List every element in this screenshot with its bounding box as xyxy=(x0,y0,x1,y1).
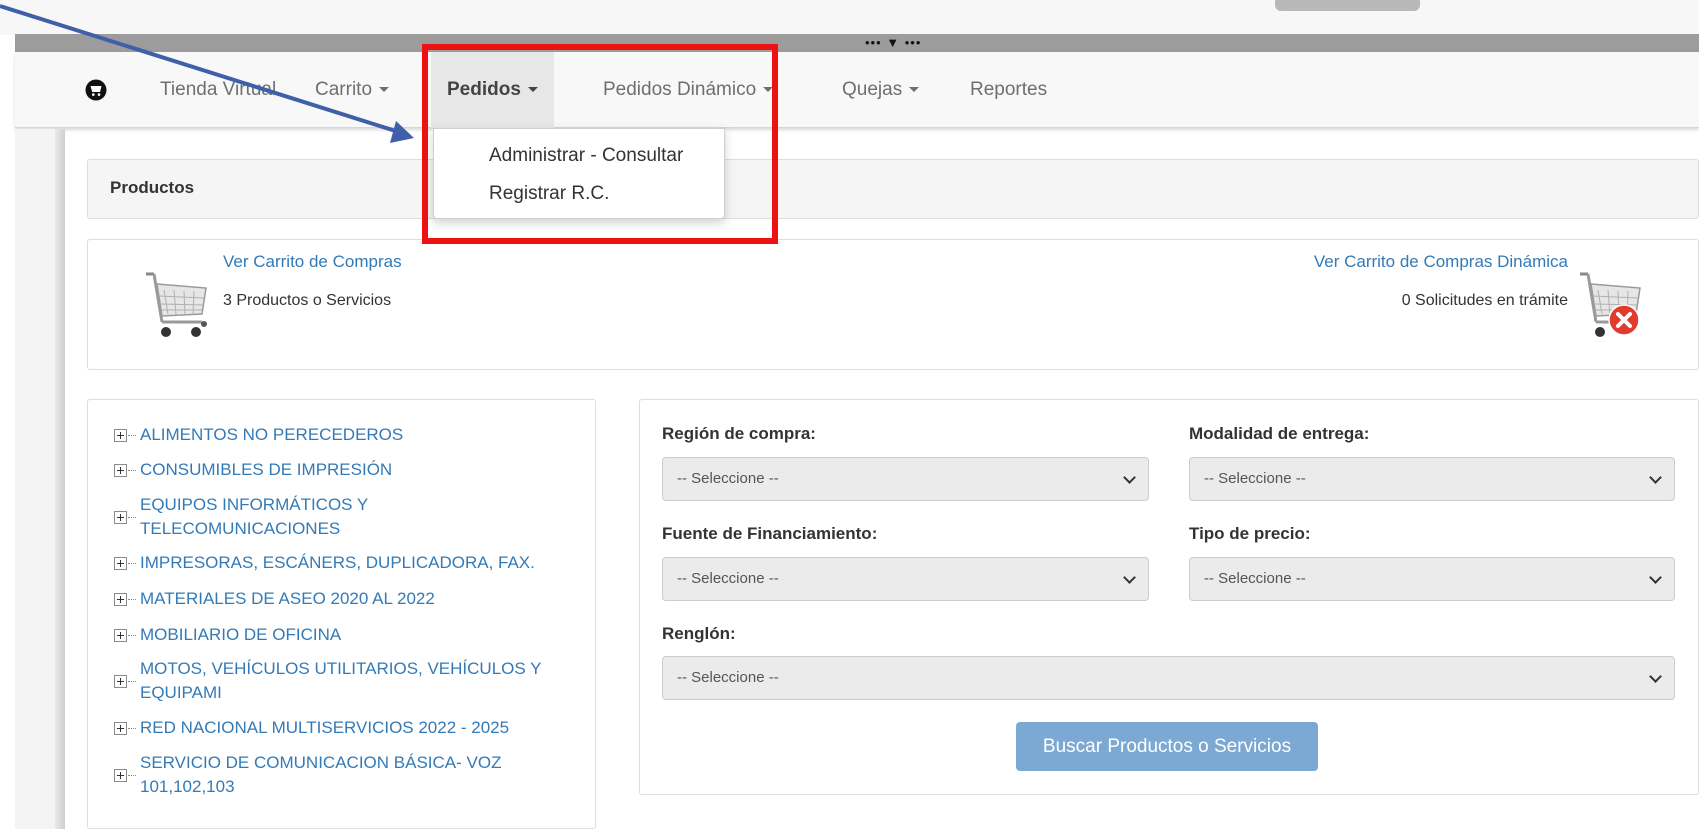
nav-reportes[interactable]: Reportes xyxy=(970,52,1047,128)
caret-down-icon xyxy=(909,87,920,93)
category-item[interactable]: MOBILIARIO DE OFICINA xyxy=(114,623,580,647)
chevron-down-icon xyxy=(1649,571,1662,584)
category-item[interactable]: RED NACIONAL MULTISERVICIOS 2022 - 2025 xyxy=(114,716,580,740)
chevron-down-icon xyxy=(1649,471,1662,484)
products-title: Productos xyxy=(110,178,195,197)
category-item[interactable]: CONSUMIBLES DE IMPRESIÓN xyxy=(114,458,580,482)
search-products-button[interactable]: Buscar Productos o Servicios xyxy=(1016,722,1318,771)
category-tree-panel: ALIMENTOS NO PERECEDEROS CONSUMIBLES DE … xyxy=(87,399,596,829)
main-navbar: Tienda Virtual Carrito Pedidos Pedidos D… xyxy=(15,52,1699,128)
nav-tienda-virtual[interactable]: Tienda Virtual xyxy=(160,52,276,128)
chevron-down-icon xyxy=(1123,471,1136,484)
expand-plus-icon[interactable] xyxy=(114,464,127,477)
filter-panel: Región de compra: -- Seleccione -- Modal… xyxy=(639,399,1699,795)
nav-quejas[interactable]: Quejas xyxy=(842,52,920,128)
modalidad-select[interactable]: -- Seleccione -- xyxy=(1189,457,1675,501)
dynamic-cart-count-text: 0 Solicitudes en trámite xyxy=(1401,292,1568,309)
view-dynamic-cart-link[interactable]: Ver Carrito de Compras Dinámica xyxy=(1314,252,1568,272)
expand-plus-icon[interactable] xyxy=(114,429,127,442)
expand-plus-icon[interactable] xyxy=(114,629,127,642)
expand-plus-icon[interactable] xyxy=(114,557,127,570)
products-panel-heading: Productos xyxy=(87,159,1699,219)
collapse-bar[interactable]: ••• ▼ ••• xyxy=(15,34,1699,52)
chevron-down-icon xyxy=(1123,571,1136,584)
cart-circle-icon[interactable] xyxy=(85,79,107,101)
precio-select[interactable]: -- Seleccione -- xyxy=(1189,557,1675,601)
collapse-handle-icon[interactable]: ••• ▼ ••• xyxy=(865,35,921,51)
region-label: Región de compra: xyxy=(662,424,816,443)
left-gutter-shadow xyxy=(55,129,65,829)
category-item[interactable]: ALIMENTOS NO PERECEDEROS xyxy=(114,423,580,447)
browser-tab-remnant xyxy=(1275,0,1420,11)
chevron-down-icon xyxy=(1649,670,1662,683)
category-item[interactable]: SERVICIO DE COMUNICACION BÁSICA- VOZ 101… xyxy=(114,751,560,799)
view-cart-link[interactable]: Ver Carrito de Compras xyxy=(223,252,402,272)
category-item[interactable]: EQUIPOS INFORMÁTICOS Y TELECOMUNICACIONE… xyxy=(114,493,410,541)
category-item[interactable]: MOTOS, VEHÍCULOS UTILITARIOS, VEHÍCULOS … xyxy=(114,657,580,705)
nav-carrito[interactable]: Carrito xyxy=(315,52,390,128)
caret-down-icon xyxy=(379,87,390,93)
modalidad-label: Modalidad de entrega: xyxy=(1189,424,1370,443)
cart-count-text: 3 Productos o Servicios xyxy=(223,292,392,309)
expand-plus-icon[interactable] xyxy=(114,675,127,688)
fuente-select[interactable]: -- Seleccione -- xyxy=(662,557,1149,601)
cart-panel: Ver Carrito de Compras 3 Productos o Ser… xyxy=(87,239,1699,370)
expand-plus-icon[interactable] xyxy=(114,769,127,782)
precio-label: Tipo de precio: xyxy=(1189,524,1311,543)
fuente-label: Fuente de Financiamiento: xyxy=(662,524,878,543)
category-item[interactable]: IMPRESORAS, ESCÁNERS, DUPLICADORA, FAX. xyxy=(114,551,580,575)
renglon-select[interactable]: -- Seleccione -- xyxy=(662,656,1675,700)
browser-top-strip xyxy=(0,0,1699,35)
shopping-cart-icon[interactable] xyxy=(144,270,210,342)
region-select[interactable]: -- Seleccione -- xyxy=(662,457,1149,501)
highlight-annotation-box xyxy=(422,44,778,244)
expand-plus-icon[interactable] xyxy=(114,593,127,606)
expand-plus-icon[interactable] xyxy=(114,722,127,735)
dynamic-cart-empty-icon[interactable] xyxy=(1578,270,1644,342)
renglon-label: Renglón: xyxy=(662,624,736,643)
expand-plus-icon[interactable] xyxy=(114,511,127,524)
category-item[interactable]: MATERIALES DE ASEO 2020 AL 2022 xyxy=(114,587,580,611)
